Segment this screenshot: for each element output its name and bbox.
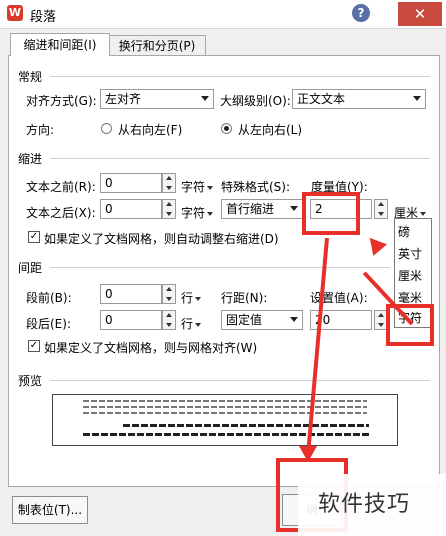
indent-before-stepper[interactable] bbox=[162, 173, 176, 193]
indent-before-label: 文本之前(R): bbox=[26, 180, 96, 194]
rtl-label: 从右向左(F) bbox=[118, 123, 183, 137]
chevron-down-icon bbox=[290, 317, 298, 322]
unit-option-pound[interactable]: 磅 bbox=[398, 223, 410, 240]
tab-indent-spacing[interactable]: 缩进和间距(I) bbox=[10, 33, 110, 56]
line-spacing-value: 固定值 bbox=[226, 313, 263, 327]
indent-after-stepper[interactable] bbox=[162, 199, 176, 219]
title-bar bbox=[0, 0, 446, 29]
close-icon: ✕ bbox=[413, 5, 427, 23]
outline-level-value: 正文文本 bbox=[297, 92, 346, 106]
indent-after-unit[interactable]: 字符 bbox=[181, 204, 214, 221]
indent-before-input[interactable]: 0 bbox=[100, 173, 162, 193]
space-before-label: 段前(B): bbox=[26, 291, 72, 305]
grid-align-checkbox[interactable]: ✓ bbox=[28, 340, 40, 352]
chevron-down-icon bbox=[413, 96, 421, 101]
unit-option-cm[interactable]: 厘米 bbox=[398, 267, 422, 284]
section-spacing: 间距 bbox=[18, 261, 43, 275]
close-button[interactable]: ✕ bbox=[398, 2, 442, 26]
line-spacing-label: 行距(N): bbox=[221, 291, 268, 305]
space-before-input[interactable]: 0 bbox=[100, 284, 162, 304]
alignment-value: 左对齐 bbox=[105, 92, 142, 106]
paragraph-preview bbox=[52, 394, 398, 446]
outline-level-label: 大纲级别(O): bbox=[220, 94, 291, 108]
section-preview: 预览 bbox=[18, 374, 43, 388]
indent-after-input[interactable]: 0 bbox=[100, 199, 162, 219]
grid-align-label: 如果定义了文档网格，则与网格对齐(W) bbox=[44, 341, 258, 355]
rtl-radio[interactable] bbox=[101, 123, 112, 134]
tab-stops-button[interactable]: 制表位(T)... bbox=[12, 496, 88, 524]
space-after-unit[interactable]: 行 bbox=[181, 315, 202, 332]
outline-level-select[interactable]: 正文文本 bbox=[292, 89, 426, 109]
arrowhead-icon bbox=[299, 446, 317, 462]
indent-before-unit[interactable]: 字符 bbox=[181, 178, 214, 195]
direction-label: 方向: bbox=[26, 123, 55, 137]
special-format-select[interactable]: 首行缩进 bbox=[221, 199, 303, 219]
unit-option-inch[interactable]: 英寸 bbox=[398, 245, 422, 262]
alignment-label: 对齐方式(G): bbox=[26, 94, 97, 108]
alignment-select[interactable]: 左对齐 bbox=[100, 89, 214, 109]
help-icon[interactable]: ? bbox=[352, 4, 370, 22]
chevron-down-icon bbox=[201, 96, 209, 101]
measure-stepper[interactable] bbox=[374, 199, 388, 219]
window-title: 段落 bbox=[30, 10, 57, 25]
section-indent: 缩进 bbox=[18, 152, 43, 166]
space-before-unit[interactable]: 行 bbox=[181, 289, 202, 306]
space-after-input[interactable]: 0 bbox=[100, 310, 162, 330]
ltr-label: 从左向右(L) bbox=[238, 123, 303, 137]
divider bbox=[50, 158, 430, 159]
space-before-stepper[interactable] bbox=[162, 284, 176, 304]
auto-adjust-checkbox[interactable]: ✓ bbox=[28, 231, 40, 243]
chevron-down-icon bbox=[290, 206, 298, 211]
auto-adjust-label: 如果定义了文档网格，则自动调整右缩进(D) bbox=[44, 232, 279, 246]
ltr-radio[interactable] bbox=[221, 123, 232, 134]
indent-after-label: 文本之后(X): bbox=[26, 206, 96, 220]
divider bbox=[50, 76, 430, 77]
space-after-stepper[interactable] bbox=[162, 310, 176, 330]
divider bbox=[50, 380, 430, 381]
wps-writer-icon: W bbox=[7, 5, 23, 21]
watermark-text: 软件技巧 bbox=[318, 492, 411, 517]
special-format-label: 特殊格式(S): bbox=[221, 180, 291, 194]
space-after-label: 段后(E): bbox=[26, 317, 71, 331]
tab-line-page-breaks[interactable]: 换行和分页(P) bbox=[108, 35, 206, 56]
section-general: 常规 bbox=[18, 70, 43, 84]
divider bbox=[50, 267, 390, 268]
special-format-value: 首行缩进 bbox=[226, 202, 275, 216]
line-spacing-select[interactable]: 固定值 bbox=[221, 310, 303, 330]
annotation-box-measure bbox=[302, 192, 360, 235]
